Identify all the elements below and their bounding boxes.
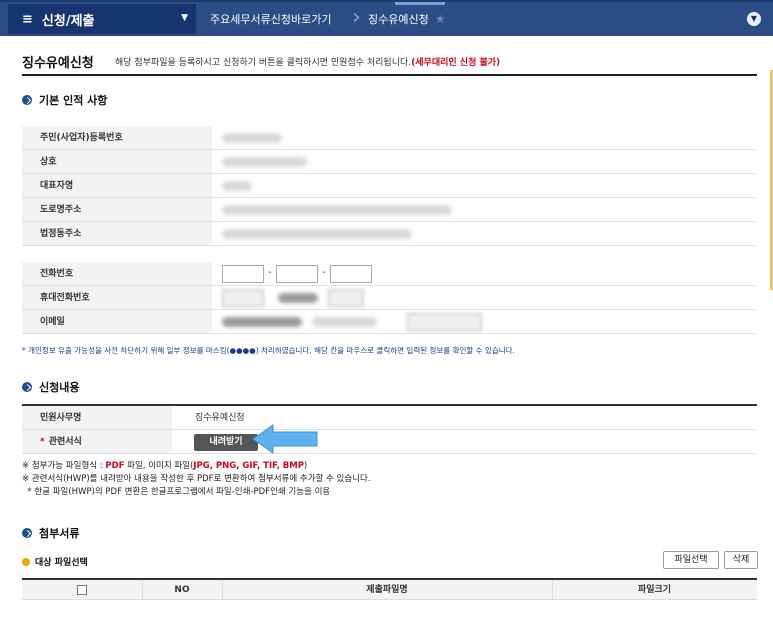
column-filename: 제출파일명 xyxy=(366,585,408,595)
info-row-id: 주민(사업자)등록번호 xyxy=(22,126,757,150)
note-hwp: ※ 관련서식(HWP)를 내려받아 내용을 작성한 후 PDF로 변환하여 첨부… xyxy=(22,474,371,484)
info-label: 전화번호 xyxy=(22,262,212,285)
phone-number-input[interactable] xyxy=(330,265,372,283)
masking-notice: * 개인정보 유출 가능성을 사전 차단하기 위해 일부 정보를 마스킹(●●●… xyxy=(22,346,515,355)
phone-separator: - xyxy=(268,267,272,278)
section-application: 신청내용 xyxy=(22,379,79,395)
info-row-lot-address: 법정동주소 xyxy=(22,222,757,246)
masked-value[interactable] xyxy=(312,317,377,327)
page-warning: (세무대리인 신청 불가) xyxy=(411,58,501,68)
masked-value[interactable] xyxy=(278,293,318,303)
column-no: NO xyxy=(174,585,190,595)
application-table: 민원사무명 징수유예신청 * 관련서식 내려받기 xyxy=(22,404,757,454)
info-row-company: 상호 xyxy=(22,150,757,174)
masked-value[interactable] xyxy=(222,205,452,215)
note-pdf: PDF xyxy=(105,461,125,471)
breadcrumb-current[interactable]: 징수유예신청 ★ xyxy=(368,4,446,34)
page-description: 해당 첨부파일을 등록하시고 신청하기 버튼을 클릭하시면 민원접수 처리됩니다… xyxy=(115,55,500,68)
info-label: 대표자명 xyxy=(22,174,212,197)
hamburger-icon: ≡ xyxy=(22,11,33,27)
app-label: 민원사무명 xyxy=(22,406,172,429)
file-notes: ※ 첨부가능 파일형식 : PDF 파일, 이미지 파일(JPG, PNG, G… xyxy=(22,460,371,499)
category-menu-label: 신청/제출 xyxy=(41,13,95,29)
expand-chevron-icon[interactable]: ▼ xyxy=(747,12,761,26)
breadcrumb-shortcuts-label: 주요세무서류신청바로가기 xyxy=(210,13,332,26)
delete-button[interactable]: 삭제 xyxy=(724,551,758,569)
info-row-mobile: 휴대전화번호 xyxy=(22,286,757,310)
app-row-form: * 관련서식 내려받기 xyxy=(22,430,757,454)
email-domain-select[interactable] xyxy=(407,313,482,331)
app-row-service: 민원사무명 징수유예신청 xyxy=(22,406,757,430)
masked-value[interactable] xyxy=(222,317,302,327)
section-basic-info: 기본 인적 사항 xyxy=(22,92,107,108)
category-menu[interactable]: ≡ 신청/제출 ▼ xyxy=(8,4,196,34)
breadcrumb-shortcuts[interactable]: 주요세무서류신청바로가기 xyxy=(210,4,331,34)
masked-value[interactable] xyxy=(222,229,412,239)
masked-value[interactable] xyxy=(222,133,282,143)
phone-prefix-input[interactable] xyxy=(276,265,318,283)
info-label: 이메일 xyxy=(22,310,212,333)
arrow-bullet-icon xyxy=(22,528,32,538)
note-file-types: ※ 첨부가능 파일형식 : PDF 파일, 이미지 파일(JPG, PNG, G… xyxy=(22,460,371,473)
star-icon[interactable]: ★ xyxy=(435,12,446,26)
phone-area-input[interactable] xyxy=(222,265,264,283)
page-description-text: 해당 첨부파일을 등록하시고 신청하기 버튼을 클릭하시면 민원접수 처리됩니다… xyxy=(115,58,412,68)
dot-bullet-icon xyxy=(22,557,30,566)
section-basic-info-title: 기본 인적 사항 xyxy=(39,94,108,107)
info-row-email: 이메일 xyxy=(22,310,757,334)
info-label: 법정동주소 xyxy=(22,222,212,245)
note-text: 파일, 이미지 파일( xyxy=(124,461,194,471)
breadcrumb-current-label: 징수유예신청 xyxy=(368,13,429,26)
arrow-bullet-icon xyxy=(22,95,32,105)
title-divider xyxy=(22,74,757,76)
basic-info-table: 주민(사업자)등록번호 상호 대표자명 도로명주소 법정동주소 xyxy=(22,126,757,246)
required-mark: * xyxy=(40,437,45,447)
breadcrumb-separator-icon: › xyxy=(352,5,361,30)
file-select-heading: 대상 파일선택 xyxy=(22,555,88,568)
column-filesize: 파일크기 xyxy=(637,585,672,595)
section-attachments-title: 첨부서류 xyxy=(39,527,80,540)
pointer-arrow-icon xyxy=(253,424,318,454)
note-text: ※ 첨부가능 파일형식 : xyxy=(22,461,106,471)
note-pdf-convert: * 한글 파일(HWP)의 PDF 변환은 한글프로그램에서 파일-인쇄-PDF… xyxy=(22,487,331,497)
info-label: 도로명주소 xyxy=(22,198,212,221)
section-attachments: 첨부서류 xyxy=(22,525,79,541)
contact-info-table: 전화번호 - - 휴대전화번호 이메일 xyxy=(22,262,757,334)
note-image-types: JPG, PNG, GIF, TIF, BMP xyxy=(193,461,304,471)
top-nav-bar: ≡ 신청/제출 ▼ 주요세무서류신청바로가기 › 징수유예신청 ★ ▼ xyxy=(0,0,773,36)
app-label-text: 관련서식 xyxy=(48,437,82,447)
mobile-area-select[interactable] xyxy=(222,289,264,307)
app-label: * 관련서식 xyxy=(22,430,172,453)
file-table-header: NO 제출파일명 파일크기 xyxy=(22,578,757,600)
info-row-phone: 전화번호 - - xyxy=(22,262,757,286)
select-all-checkbox[interactable] xyxy=(77,585,87,595)
masked-value[interactable] xyxy=(222,157,307,167)
note-text: ) xyxy=(303,461,308,471)
section-application-title: 신청내용 xyxy=(39,381,80,394)
info-label: 주민(사업자)등록번호 xyxy=(22,126,212,149)
info-label: 휴대전화번호 xyxy=(22,286,212,309)
chevron-down-icon: ▼ xyxy=(181,13,188,23)
page-title: 징수유예신청 xyxy=(22,56,94,71)
file-select-heading-text: 대상 파일선택 xyxy=(35,558,88,568)
info-row-road-address: 도로명주소 xyxy=(22,198,757,222)
phone-separator: - xyxy=(322,267,326,278)
download-button[interactable]: 내려받기 xyxy=(194,434,258,451)
info-label: 상호 xyxy=(22,150,212,173)
info-row-representative: 대표자명 xyxy=(22,174,757,198)
arrow-bullet-icon xyxy=(22,382,32,392)
masked-value[interactable] xyxy=(222,181,252,191)
file-select-button[interactable]: 파일선택 xyxy=(663,551,719,569)
mobile-last-input[interactable] xyxy=(328,289,364,307)
service-name-value: 징수유예신청 xyxy=(195,413,245,423)
